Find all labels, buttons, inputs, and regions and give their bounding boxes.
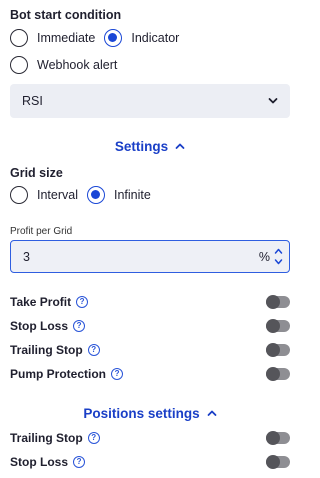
pump-protection-switch[interactable] (266, 367, 290, 381)
bot-start-radio-group: Immediate Indicator (10, 28, 188, 48)
indicator-select-value: RSI (22, 94, 43, 108)
settings-title: Settings (114, 138, 169, 154)
toggle-row-trailing-stop: Trailing Stop ? (10, 341, 290, 359)
radio-indicator[interactable]: Indicator (104, 29, 179, 47)
radio-indicator-label[interactable]: Indicator (131, 31, 179, 45)
radio-interval-label[interactable]: Interval (37, 188, 78, 202)
radio-immediate-label[interactable]: Immediate (37, 31, 95, 45)
toggle-row-pump-protection: Pump Protection ? (10, 365, 290, 383)
indicator-select[interactable]: RSI (10, 84, 290, 118)
pump-protection-label: Pump Protection (10, 367, 107, 381)
caret-down-icon[interactable] (274, 258, 283, 266)
toggle-row-stop-loss: Stop Loss ? (10, 317, 290, 335)
caret-up-icon[interactable] (274, 247, 283, 255)
radio-interval[interactable]: Interval (10, 186, 78, 204)
radio-immediate-circle[interactable] (10, 29, 28, 47)
radio-infinite[interactable]: Infinite (87, 186, 151, 204)
radio-webhook-label[interactable]: Webhook alert (37, 58, 117, 72)
profit-per-grid-label: Profit per Grid (10, 226, 73, 237)
profit-per-grid-field[interactable]: % (10, 240, 290, 273)
radio-indicator-circle[interactable] (104, 29, 123, 47)
positions-settings-title: Positions settings (83, 405, 200, 421)
profit-stepper[interactable] (274, 243, 283, 271)
radio-infinite-circle[interactable] (87, 186, 105, 204)
positions-stop-loss-switch[interactable] (266, 455, 290, 469)
question-circle-icon[interactable]: ? (87, 432, 100, 444)
take-profit-switch[interactable] (266, 295, 290, 309)
question-circle-icon[interactable]: ? (73, 320, 86, 332)
positions-trailing-stop-label: Trailing Stop (10, 431, 83, 445)
chevron-down-icon (268, 98, 278, 104)
percent-suffix: % (258, 249, 270, 264)
stop-loss-switch[interactable] (266, 319, 290, 333)
grid-size-radio-group: Interval Infinite (10, 185, 160, 205)
radio-interval-circle[interactable] (10, 186, 28, 204)
chevron-up-icon (207, 410, 217, 416)
stop-loss-label: Stop Loss (10, 319, 69, 333)
radio-immediate[interactable]: Immediate (10, 29, 95, 47)
trailing-stop-switch[interactable] (266, 343, 290, 357)
toggle-row-take-profit: Take Profit ? (10, 293, 290, 311)
question-circle-icon[interactable]: ? (87, 344, 100, 356)
profit-per-grid-input[interactable] (23, 249, 259, 264)
radio-webhook-circle[interactable] (10, 56, 28, 74)
question-circle-icon[interactable]: ? (76, 296, 89, 308)
positions-trailing-stop-switch[interactable] (266, 431, 290, 445)
trailing-stop-label: Trailing Stop (10, 343, 83, 357)
bot-start-radio-group-2: Webhook alert (10, 55, 126, 75)
question-circle-icon[interactable]: ? (73, 456, 86, 468)
toggle-row-positions-stop-loss: Stop Loss ? (10, 453, 290, 471)
toggle-row-positions-trailing-stop: Trailing Stop ? (10, 429, 290, 447)
settings-section-toggle[interactable]: Settings (0, 137, 300, 155)
radio-infinite-label[interactable]: Infinite (114, 188, 151, 202)
positions-stop-loss-label: Stop Loss (10, 455, 69, 469)
radio-webhook-alert[interactable]: Webhook alert (10, 56, 117, 74)
chevron-up-icon (175, 143, 185, 149)
question-circle-icon[interactable]: ? (111, 368, 124, 380)
grid-size-label: Grid size (10, 166, 63, 180)
positions-settings-section-toggle[interactable]: Positions settings (0, 404, 300, 422)
take-profit-label: Take Profit (10, 295, 72, 309)
bot-start-condition-label: Bot start condition (10, 8, 122, 22)
